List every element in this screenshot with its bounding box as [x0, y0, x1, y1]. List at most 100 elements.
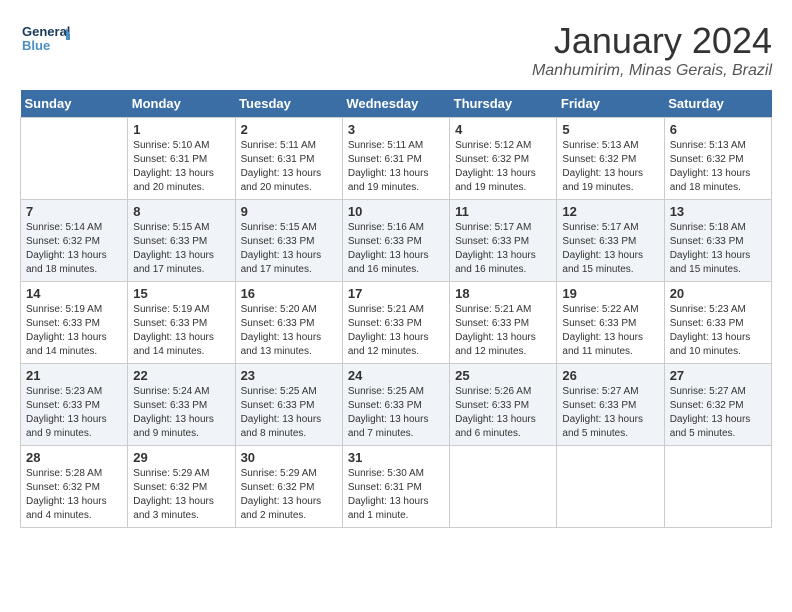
calendar-day-cell: 14Sunrise: 5:19 AM Sunset: 6:33 PM Dayli…	[21, 282, 128, 364]
calendar-day-cell	[21, 118, 128, 200]
day-info: Sunrise: 5:26 AM Sunset: 6:33 PM Dayligh…	[455, 385, 551, 441]
day-info: Sunrise: 5:13 AM Sunset: 6:32 PM Dayligh…	[562, 139, 658, 195]
calendar-day-cell: 10 Sunrise: 5:16 AM Sunset: 6:33 PM Dayli…	[342, 200, 449, 282]
day-number: 31	[348, 450, 444, 465]
day-info: Sunrise: 5:23 AM Sunset: 6:33 PM Dayligh…	[26, 385, 122, 441]
calendar-day-cell: 2 Sunrise: 5:11 AM Sunset: 6:31 PM Daylig…	[235, 118, 342, 200]
day-number: 14	[26, 286, 122, 301]
day-info: Sunrise: 5:25 AM Sunset: 6:33 PM Dayligh…	[348, 385, 444, 441]
day-info: Sunrise: 5:17 AM Sunset: 6:33 PM Dayligh…	[455, 221, 551, 277]
day-number: 7	[26, 204, 122, 219]
calendar-day-cell: 26Sunrise: 5:27 AM Sunset: 6:33 PM Dayli…	[557, 364, 664, 446]
day-info: Sunrise: 5:13 AM Sunset: 6:32 PM Dayligh…	[670, 139, 766, 195]
calendar-day-cell: 18Sunrise: 5:21 AM Sunset: 6:33 PM Dayli…	[450, 282, 557, 364]
day-info: Sunrise: 5:14 AM Sunset: 6:32 PM Dayligh…	[26, 221, 122, 277]
day-number: 13	[670, 204, 766, 219]
day-info: Sunrise: 5:19 AM Sunset: 6:33 PM Dayligh…	[133, 303, 229, 359]
calendar-day-cell: 11 Sunrise: 5:17 AM Sunset: 6:33 PM Dayli…	[450, 200, 557, 282]
day-number: 30	[241, 450, 337, 465]
title-block: January 2024 Manhumirim, Minas Gerais, B…	[532, 20, 772, 80]
day-number: 11	[455, 204, 551, 219]
calendar-week-row: 7 Sunrise: 5:14 AM Sunset: 6:32 PM Daylig…	[21, 200, 772, 282]
day-number: 9	[241, 204, 337, 219]
logo: General Blue	[20, 20, 70, 60]
svg-text:General: General	[22, 24, 70, 39]
calendar-day-cell: 9Sunrise: 5:15 AM Sunset: 6:33 PM Daylig…	[235, 200, 342, 282]
weekday-header-row: SundayMondayTuesdayWednesdayThursdayFrid…	[21, 90, 772, 118]
calendar-day-cell	[664, 446, 771, 528]
calendar-day-cell: 21 Sunrise: 5:23 AM Sunset: 6:33 PM Dayli…	[21, 364, 128, 446]
day-info: Sunrise: 5:22 AM Sunset: 6:33 PM Dayligh…	[562, 303, 658, 359]
calendar-day-cell: 22 Sunrise: 5:24 AM Sunset: 6:33 PM Dayli…	[128, 364, 235, 446]
weekday-header: Saturday	[664, 90, 771, 118]
calendar-day-cell: 23 Sunrise: 5:25 AM Sunset: 6:33 PM Dayli…	[235, 364, 342, 446]
calendar-day-cell: 17Sunrise: 5:21 AM Sunset: 6:33 PM Dayli…	[342, 282, 449, 364]
calendar-day-cell: 30 Sunrise: 5:29 AM Sunset: 6:32 PM Dayli…	[235, 446, 342, 528]
day-number: 3	[348, 122, 444, 137]
logo-svg: General Blue	[20, 20, 70, 60]
calendar-day-cell: 20 Sunrise: 5:23 AM Sunset: 6:33 PM Dayli…	[664, 282, 771, 364]
day-info: Sunrise: 5:17 AM Sunset: 6:33 PM Dayligh…	[562, 221, 658, 277]
calendar-day-cell: 28 Sunrise: 5:28 AM Sunset: 6:32 PM Dayli…	[21, 446, 128, 528]
weekday-header: Monday	[128, 90, 235, 118]
day-info: Sunrise: 5:30 AM Sunset: 6:31 PM Dayligh…	[348, 467, 444, 523]
calendar-week-row: 14 Sunrise: 5:19 AM Sunset: 6:33 PM Dayli…	[21, 282, 772, 364]
day-number: 25	[455, 368, 551, 383]
day-number: 1	[133, 122, 229, 137]
day-number: 8	[133, 204, 229, 219]
calendar-day-cell: 5 Sunrise: 5:13 AM Sunset: 6:32 PM Daylig…	[557, 118, 664, 200]
weekday-header: Friday	[557, 90, 664, 118]
calendar-day-cell: 3Sunrise: 5:11 AM Sunset: 6:31 PM Daylig…	[342, 118, 449, 200]
calendar-day-cell: 12 Sunrise: 5:17 AM Sunset: 6:33 PM Dayli…	[557, 200, 664, 282]
weekday-header: Wednesday	[342, 90, 449, 118]
day-number: 6	[670, 122, 766, 137]
calendar-day-cell: 4Sunrise: 5:12 AM Sunset: 6:32 PM Daylig…	[450, 118, 557, 200]
calendar-day-cell: 29 Sunrise: 5:29 AM Sunset: 6:32 PM Dayli…	[128, 446, 235, 528]
weekday-header: Sunday	[21, 90, 128, 118]
day-info: Sunrise: 5:11 AM Sunset: 6:31 PM Dayligh…	[241, 139, 337, 195]
calendar-week-row: 21 Sunrise: 5:23 AM Sunset: 6:33 PM Dayli…	[21, 364, 772, 446]
day-number: 27	[670, 368, 766, 383]
day-number: 19	[562, 286, 658, 301]
day-number: 15	[133, 286, 229, 301]
calendar-day-cell	[450, 446, 557, 528]
day-number: 20	[670, 286, 766, 301]
calendar-table: SundayMondayTuesdayWednesdayThursdayFrid…	[20, 90, 772, 528]
day-number: 21	[26, 368, 122, 383]
day-number: 28	[26, 450, 122, 465]
day-info: Sunrise: 5:27 AM Sunset: 6:32 PM Dayligh…	[670, 385, 766, 441]
day-info: Sunrise: 5:21 AM Sunset: 6:33 PM Dayligh…	[455, 303, 551, 359]
day-info: Sunrise: 5:16 AM Sunset: 6:33 PM Dayligh…	[348, 221, 444, 277]
day-number: 10	[348, 204, 444, 219]
calendar-day-cell: 19 Sunrise: 5:22 AM Sunset: 6:33 PM Dayli…	[557, 282, 664, 364]
day-number: 5	[562, 122, 658, 137]
day-number: 22	[133, 368, 229, 383]
calendar-week-row: 1Sunrise: 5:10 AM Sunset: 6:31 PM Daylig…	[21, 118, 772, 200]
calendar-day-cell: 24Sunrise: 5:25 AM Sunset: 6:33 PM Dayli…	[342, 364, 449, 446]
day-info: Sunrise: 5:29 AM Sunset: 6:32 PM Dayligh…	[241, 467, 337, 523]
day-info: Sunrise: 5:29 AM Sunset: 6:32 PM Dayligh…	[133, 467, 229, 523]
day-number: 4	[455, 122, 551, 137]
calendar-day-cell: 16Sunrise: 5:20 AM Sunset: 6:33 PM Dayli…	[235, 282, 342, 364]
day-info: Sunrise: 5:25 AM Sunset: 6:33 PM Dayligh…	[241, 385, 337, 441]
day-info: Sunrise: 5:28 AM Sunset: 6:32 PM Dayligh…	[26, 467, 122, 523]
calendar-day-cell: 1Sunrise: 5:10 AM Sunset: 6:31 PM Daylig…	[128, 118, 235, 200]
day-info: Sunrise: 5:23 AM Sunset: 6:33 PM Dayligh…	[670, 303, 766, 359]
day-number: 2	[241, 122, 337, 137]
calendar-day-cell: 27 Sunrise: 5:27 AM Sunset: 6:32 PM Dayli…	[664, 364, 771, 446]
day-number: 29	[133, 450, 229, 465]
month-title: January 2024	[532, 20, 772, 62]
weekday-header: Thursday	[450, 90, 557, 118]
calendar-day-cell: 7 Sunrise: 5:14 AM Sunset: 6:32 PM Daylig…	[21, 200, 128, 282]
day-number: 12	[562, 204, 658, 219]
calendar-day-cell: 25 Sunrise: 5:26 AM Sunset: 6:33 PM Dayli…	[450, 364, 557, 446]
day-info: Sunrise: 5:24 AM Sunset: 6:33 PM Dayligh…	[133, 385, 229, 441]
day-number: 23	[241, 368, 337, 383]
calendar-day-cell: 15 Sunrise: 5:19 AM Sunset: 6:33 PM Dayli…	[128, 282, 235, 364]
day-info: Sunrise: 5:27 AM Sunset: 6:33 PM Dayligh…	[562, 385, 658, 441]
calendar-day-cell: 13Sunrise: 5:18 AM Sunset: 6:33 PM Dayli…	[664, 200, 771, 282]
calendar-day-cell	[557, 446, 664, 528]
calendar-day-cell: 31 Sunrise: 5:30 AM Sunset: 6:31 PM Dayli…	[342, 446, 449, 528]
day-info: Sunrise: 5:20 AM Sunset: 6:33 PM Dayligh…	[241, 303, 337, 359]
calendar-day-cell: 8Sunrise: 5:15 AM Sunset: 6:33 PM Daylig…	[128, 200, 235, 282]
